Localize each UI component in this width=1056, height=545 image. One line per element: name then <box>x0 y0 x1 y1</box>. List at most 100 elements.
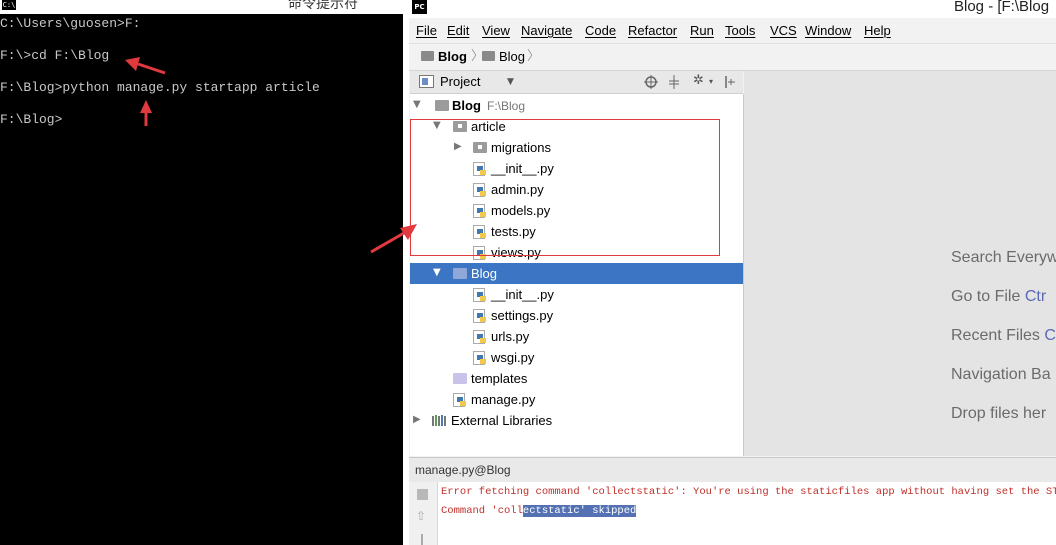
stop-icon[interactable] <box>417 489 428 500</box>
python-file-icon <box>473 246 486 260</box>
menu-tools[interactable]: Tools <box>725 23 755 39</box>
hint-text: Navigation Ba <box>951 366 1051 383</box>
hint-shortcut: Ctr <box>1024 288 1047 305</box>
hint-navigation-bar: Navigation Ba <box>951 365 1051 385</box>
tree-item-label: article <box>471 119 506 134</box>
arrow-to-cd-icon <box>125 57 166 75</box>
tree-item-file[interactable]: models.py <box>410 200 743 221</box>
menu-code[interactable]: Code <box>585 23 616 39</box>
project-view-icon <box>419 75 434 88</box>
tree-item-label: __init__.py <box>491 287 554 302</box>
ide-titlebar[interactable]: PC Blog - [F:\Blog <box>409 0 1056 18</box>
project-view-dropdown[interactable]: Project <box>440 74 480 90</box>
hint-text: Go to File <box>951 288 1025 305</box>
expand-arrow-icon[interactable]: ▼ <box>433 120 441 132</box>
cmd-window: C:\ 命令提示符 C:\Users\guosen>F: F:\>cd F:\B… <box>0 0 403 545</box>
expand-arrow-icon[interactable]: ▼ <box>413 99 421 111</box>
tree-item-file[interactable]: urls.py <box>410 326 743 347</box>
python-file-icon <box>473 309 486 323</box>
tree-item-label: tests.py <box>491 224 536 239</box>
tree-item-file[interactable]: __init__.py <box>410 284 743 305</box>
menu-help[interactable]: Help <box>864 23 891 39</box>
gear-caret-icon[interactable]: ▾ <box>709 77 713 87</box>
tree-item-external-libraries[interactable]: ▶ External Libraries <box>410 410 743 431</box>
menu-window[interactable]: Window <box>805 23 851 39</box>
python-file-icon <box>473 330 486 344</box>
tree-item-label: wsgi.py <box>491 350 535 365</box>
folder-icon <box>435 100 449 111</box>
tree-item-migrations[interactable]: ▶ migrations <box>410 137 743 158</box>
tree-item-label: settings.py <box>491 308 554 323</box>
python-file-icon <box>473 351 486 365</box>
run-toolbar: ⇧ <box>409 482 438 545</box>
tree-item-label: External Libraries <box>451 413 553 428</box>
breadcrumb-item-project[interactable]: Blog <box>438 49 467 65</box>
tree-item-file[interactable]: settings.py <box>410 305 743 326</box>
console-text: Command 'coll <box>441 505 523 517</box>
hint-recent-files: Recent Files C <box>951 326 1056 346</box>
tree-item-file[interactable]: admin.py <box>410 179 743 200</box>
menu-vcs[interactable]: VCS <box>770 23 797 39</box>
breadcrumb: Blog 〉 Blog 〉 <box>409 43 1056 71</box>
hide-panel-icon[interactable] <box>723 75 737 89</box>
arrow-down-icon[interactable] <box>421 534 423 545</box>
python-file-icon <box>473 288 486 302</box>
tree-item-label: models.py <box>491 203 551 218</box>
tree-item-label: admin.py <box>491 182 544 197</box>
tree-item-file[interactable]: wsgi.py <box>410 347 743 368</box>
chevron-right-icon: 〉 <box>527 49 541 64</box>
tree-item-file[interactable]: views.py <box>410 242 743 263</box>
menu-run[interactable]: Run <box>690 23 714 39</box>
tree-item-blog-package[interactable]: ▼ Blog <box>410 263 743 284</box>
menu-view[interactable]: View <box>482 23 510 39</box>
run-panel-header: manage.py@Blog <box>409 457 1056 483</box>
folder-icon <box>421 51 434 61</box>
run-console-output[interactable]: Error fetching command 'collectstatic': … <box>438 482 1056 545</box>
hint-text: Recent Files <box>951 327 1045 344</box>
arrow-to-manage-icon <box>140 100 152 126</box>
collapse-arrow-icon[interactable]: ▶ <box>454 141 462 153</box>
python-file-icon <box>473 225 486 239</box>
tree-item-article[interactable]: ▼ article <box>410 116 743 137</box>
menu-refactor[interactable]: Refactor <box>628 23 677 39</box>
menu-edit[interactable]: Edit <box>447 23 469 39</box>
tree-item-label: manage.py <box>471 392 536 407</box>
gear-icon[interactable]: ✲ <box>693 73 704 89</box>
python-file-icon <box>453 393 466 407</box>
folder-icon <box>453 373 467 384</box>
hint-text: Drop files her <box>951 405 1047 422</box>
pycharm-logo-icon: PC <box>412 0 427 14</box>
collapse-all-icon[interactable] <box>667 75 681 89</box>
collapse-arrow-icon[interactable]: ▶ <box>413 414 421 426</box>
libraries-icon <box>432 415 446 426</box>
menu-navigate[interactable]: Navigate <box>521 23 572 39</box>
package-folder-icon <box>473 142 487 153</box>
python-file-icon <box>473 162 486 176</box>
tree-item-templates[interactable]: templates <box>410 368 743 389</box>
breadcrumb-item-package[interactable]: Blog <box>499 49 525 65</box>
menu-file[interactable]: File <box>416 23 437 39</box>
tree-item-label: Blog <box>452 98 481 113</box>
tree-item-path: F:\Blog <box>487 99 526 113</box>
ide-window-title: Blog - [F:\Blog <box>954 0 1050 15</box>
console-selected-text: ectstatic' skipped <box>522 505 637 517</box>
tree-item-project-root[interactable]: ▼ Blog F:\Blog <box>410 95 743 116</box>
dropdown-caret-icon[interactable]: ▼ <box>507 76 514 88</box>
console-line-error: Error fetching command 'collectstatic': … <box>441 486 1056 498</box>
hint-shortcut: C <box>1044 327 1056 344</box>
tree-item-label: migrations <box>491 140 551 155</box>
tree-item-file[interactable]: manage.py <box>410 389 743 410</box>
tree-item-label: templates <box>471 371 528 386</box>
tree-item-label: urls.py <box>491 329 530 344</box>
locate-crosshair-icon[interactable] <box>644 75 658 89</box>
menu-bar: File Edit View Navigate Code Refactor Ru… <box>409 20 1056 42</box>
arrow-up-icon[interactable]: ⇧ <box>416 509 426 523</box>
folder-icon <box>482 51 495 61</box>
tree-item-label: __init__.py <box>491 161 554 176</box>
tree-item-label: views.py <box>491 245 541 260</box>
run-config-title[interactable]: manage.py@Blog <box>415 462 511 478</box>
expand-arrow-icon[interactable]: ▼ <box>433 267 441 279</box>
project-tree: ▼ Blog F:\Blog ▼ article ▶ migrations __… <box>410 94 744 456</box>
tree-item-file[interactable]: __init__.py <box>410 158 743 179</box>
tree-item-file[interactable]: tests.py <box>410 221 743 242</box>
